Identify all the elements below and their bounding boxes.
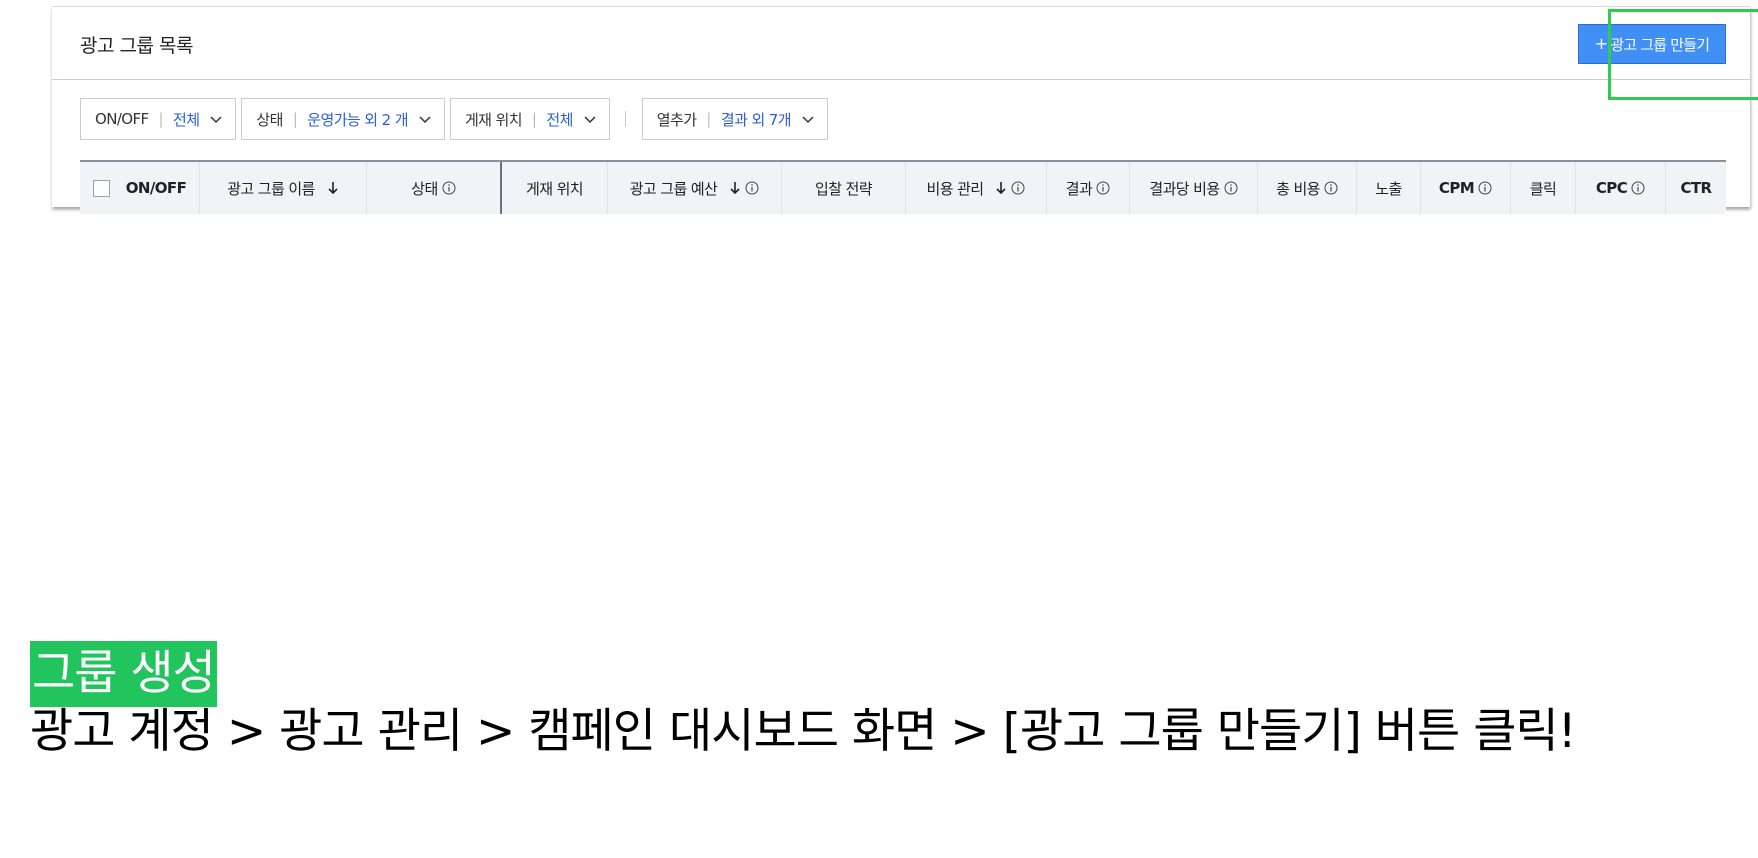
column-label: 상태 [411,179,438,198]
column-label: 광고 그룹 이름 [227,179,315,198]
filter-label: 상태 [256,110,283,129]
info-icon[interactable] [1631,181,1645,195]
column-label: 결과 [1065,179,1093,198]
chevron-down-icon [210,116,222,124]
info-icon[interactable] [1096,181,1110,195]
info-icon[interactable] [1011,181,1025,195]
column-ctr[interactable]: CTR [1666,162,1726,214]
filter-separator: | [158,110,164,128]
ad-group-list-panel: 광고 그룹 목록 + 광고 그룹 만들기 ON/OFF | 전체 상태 | 운영… [52,6,1758,214]
chevron-down-icon [419,116,431,124]
filter-add-columns[interactable]: 열추가 | 결과 외 7개 [641,98,828,140]
column-label: 노출 [1375,179,1402,198]
chevron-down-icon [584,116,596,124]
filter-separator: | [292,110,298,128]
filter-label: 열추가 [656,110,697,129]
filter-row: ON/OFF | 전체 상태 | 운영가능 외 2 개 게재 위치 | 전체 열… [80,98,833,140]
sort-down-icon[interactable] [729,181,741,195]
sort-down-icon[interactable] [995,181,1007,195]
filter-value: 전체 [173,110,200,129]
chevron-down-icon [802,116,814,124]
column-cpm[interactable]: CPM [1421,162,1511,214]
column-label: 총 비용 [1276,179,1320,198]
column-ad-group-budget[interactable]: 광고 그룹 예산 [608,162,782,214]
column-ad-group-name[interactable]: 광고 그룹 이름 [200,162,367,214]
info-icon[interactable] [745,181,759,195]
column-label: ON/OFF [125,179,187,197]
column-onoff[interactable]: ON/OFF [80,162,200,214]
plus-icon: + [1594,34,1608,53]
column-cost-control[interactable]: 비용 관리 [906,162,1047,214]
column-bid-strategy[interactable]: 입찰 전략 [782,162,906,214]
caption-body: 광고 계정 > 광고 관리 > 캠페인 대시보드 화면 > [광고 그룹 만들기… [30,704,1577,759]
caption-title: 그룹 생성 [30,641,217,707]
column-clicks[interactable]: 클릭 [1511,162,1576,214]
info-icon[interactable] [1324,181,1338,195]
column-placement[interactable]: 게재 위치 [502,162,608,214]
filter-onoff[interactable]: ON/OFF | 전체 [80,98,237,140]
filter-label: 게재 위치 [464,110,523,129]
filter-value: 결과 외 7개 [720,110,792,129]
column-status[interactable]: 상태 [367,162,502,214]
select-all-checkbox[interactable] [92,179,110,197]
column-cost-per-result[interactable]: 결과당 비용 [1130,162,1258,214]
instruction-caption: 그룹 생성 광고 계정 > 광고 관리 > 캠페인 대시보드 화면 > [광고 … [30,641,1590,763]
filter-placement[interactable]: 게재 위치 | 전체 [449,98,610,140]
filter-status[interactable]: 상태 | 운영가능 외 2 개 [241,98,445,140]
info-icon[interactable] [442,181,456,195]
panel-header: 광고 그룹 목록 + 광고 그룹 만들기 [52,7,1750,80]
filter-separator: | [531,110,537,128]
panel-title: 광고 그룹 목록 [80,35,193,57]
column-results[interactable]: 결과 [1047,162,1130,214]
column-total-cost[interactable]: 총 비용 [1258,162,1357,214]
column-impressions[interactable]: 노출 [1357,162,1421,214]
filter-label: ON/OFF [95,110,149,128]
filter-value: 운영가능 외 2 개 [307,110,408,129]
column-label: CTR [1680,179,1713,197]
column-label: CPM [1438,179,1475,197]
column-label: 클릭 [1529,179,1557,198]
column-label: 결과당 비용 [1149,179,1220,198]
column-label: CPC [1595,179,1628,197]
table-header: ON/OFF 광고 그룹 이름 상태 게재 위치 광고 그룹 예산 입찰 전략 … [80,160,1726,214]
sort-down-icon[interactable] [327,181,339,195]
create-button-highlight [1608,9,1758,100]
column-label: 비용 관리 [926,179,985,198]
info-icon[interactable] [1478,181,1492,195]
filter-value: 전체 [546,110,573,129]
column-label: 광고 그룹 예산 [629,179,718,198]
column-label: 게재 위치 [526,179,584,198]
column-label: 입찰 전략 [815,179,873,198]
filter-divider [624,111,626,127]
filter-separator: | [706,110,711,128]
column-cpc[interactable]: CPC [1576,162,1666,214]
info-icon[interactable] [1224,181,1238,195]
